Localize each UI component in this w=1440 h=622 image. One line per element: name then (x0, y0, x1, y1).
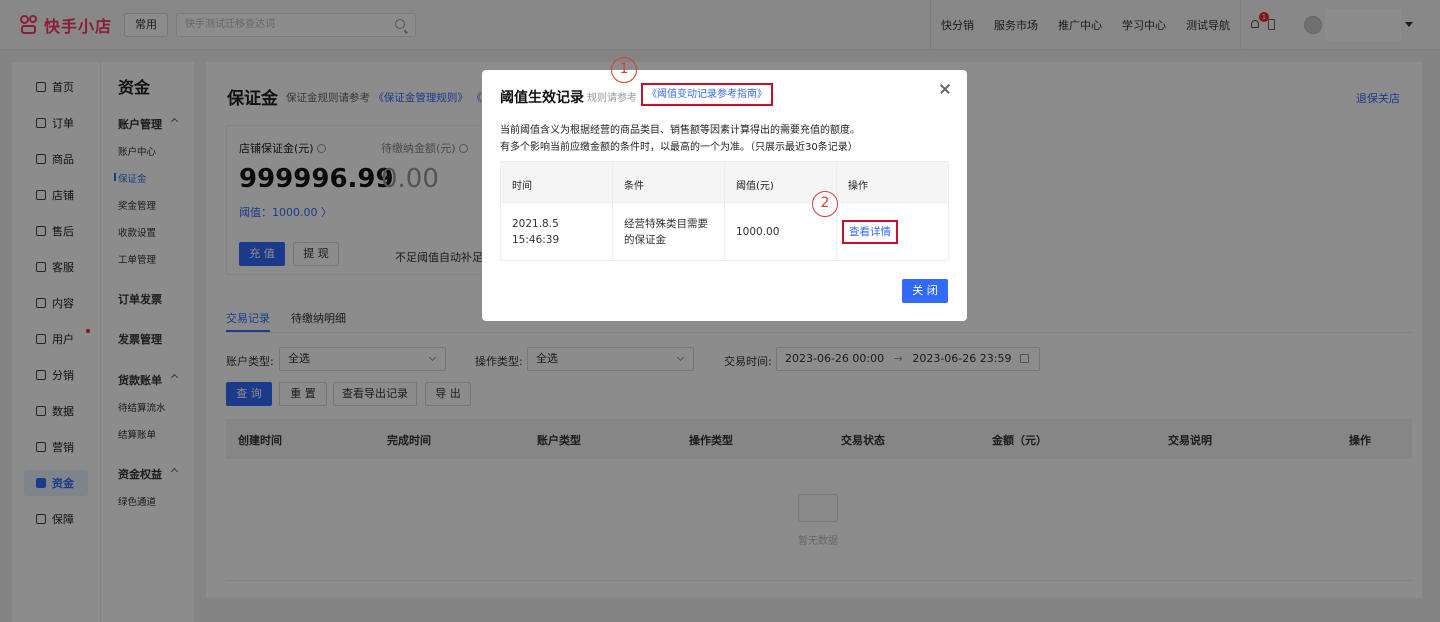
row-value: 1000.00 (736, 226, 780, 238)
modal-rule-prefix: 规则请参考 (587, 93, 637, 104)
annotation-marker-2: 2 (812, 191, 838, 217)
view-detail-link[interactable]: 查看详情 (842, 220, 898, 244)
threshold-table: 时间 条件 阈值(元) 操作 2021.8.5 15:46:39 经营特殊类目需… (500, 161, 949, 261)
annotation-marker-1: 1 (611, 57, 637, 83)
close-button[interactable]: 关 闭 (902, 279, 948, 303)
modal-desc-2: 有多个影响当前应缴金额的条件时，以最高的一个为准。（只展示最近30条记录） (500, 142, 858, 153)
threshold-record-modal: 阈值生效记录 规则请参考 《阈值变动记录参考指南》 1 当前阈值含义为根据经营的… (482, 57, 967, 321)
row-condition: 经营特殊类目需要 的保证金 (624, 218, 708, 246)
threshold-guide-link[interactable]: 《阈值变动记录参考指南》 (641, 83, 773, 106)
row-date: 2021.8.5 15:46:39 (512, 218, 560, 246)
modal-desc-1: 当前阈值含义为根据经营的商品类目、销售额等因素计算得出的需要充值的额度。 (500, 125, 860, 136)
close-icon[interactable] (939, 82, 953, 96)
modal-title: 阈值生效记录 (500, 90, 584, 106)
